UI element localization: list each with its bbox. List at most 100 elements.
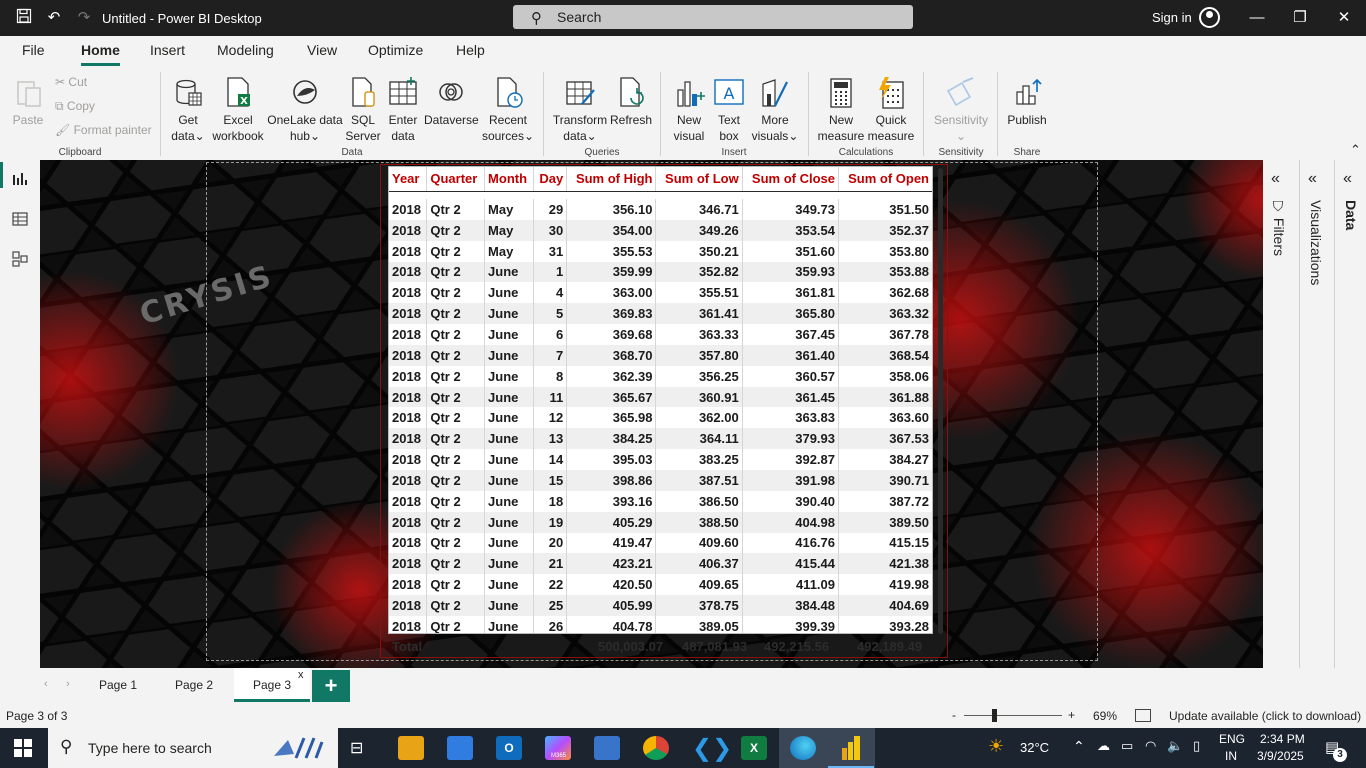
- wifi-icon[interactable]: ◠: [1145, 738, 1156, 754]
- save-icon[interactable]: [14, 8, 34, 28]
- power-bi-icon[interactable]: [840, 736, 862, 763]
- onelake-data-hub-button[interactable]: OneLake data hub⌄: [266, 76, 344, 144]
- scroll-right-icon[interactable]: ›: [66, 678, 70, 690]
- close-icon[interactable]: ✕: [1331, 6, 1357, 30]
- table-row[interactable]: 2018 Qtr 2 June 20 419.47 409.60 416.76 415.15: [389, 532, 932, 554]
- tab-view[interactable]: View: [307, 42, 337, 58]
- collapse-ribbon-icon[interactable]: ⌃: [1350, 142, 1361, 158]
- publish-button[interactable]: Publish: [1004, 76, 1050, 128]
- table-row[interactable]: 2018 Qtr 2 June 13 384.25 364.11 379.93 367.53: [389, 428, 932, 450]
- page-tab-2[interactable]: Page 2: [158, 668, 230, 702]
- phone-link-icon[interactable]: ▯: [1193, 738, 1200, 754]
- task-view-icon[interactable]: ⊟: [350, 738, 363, 758]
- visualizations-pane[interactable]: « Visualizations: [1299, 160, 1333, 668]
- sql-server-button[interactable]: SQL Server: [344, 76, 382, 144]
- tab-home[interactable]: Home: [81, 42, 120, 58]
- taskbar-search-box[interactable]: ⚲ Type here to search: [48, 728, 338, 768]
- edge-icon[interactable]: [790, 736, 816, 760]
- table-row[interactable]: 2018 Qtr 2 June 21 423.21 406.37 415.44 421.38: [389, 553, 932, 575]
- volume-icon[interactable]: 🔈: [1167, 738, 1183, 754]
- column-header-sum-of-low[interactable]: Sum of Low: [655, 167, 743, 192]
- language-bottom[interactable]: IN: [1225, 749, 1237, 763]
- excel-workbook-button[interactable]: X Excel workbook: [210, 76, 266, 144]
- table-view-icon[interactable]: [10, 211, 30, 229]
- column-header-sum-of-open[interactable]: Sum of Open: [838, 167, 932, 192]
- language-top[interactable]: ENG: [1219, 732, 1245, 746]
- table-row[interactable]: 2018 Qtr 2 June 5 369.83 361.41 365.80 363.32: [389, 303, 932, 325]
- account-icon[interactable]: [1199, 7, 1220, 28]
- text-box-button[interactable]: A Text box: [710, 76, 748, 144]
- enter-data-button[interactable]: Enter data: [384, 76, 422, 144]
- tab-modeling[interactable]: Modeling: [217, 42, 274, 58]
- column-header-quarter[interactable]: Quarter: [426, 167, 486, 192]
- table-row[interactable]: 2018 Qtr 2 May 31 355.53 350.21 351.60 353.80: [389, 240, 932, 262]
- add-page-button[interactable]: +: [312, 670, 350, 702]
- transform-data-button[interactable]: Transform data⌄: [552, 76, 608, 144]
- python-idle-icon[interactable]: [594, 736, 620, 760]
- column-header-sum-of-high[interactable]: Sum of High: [566, 167, 657, 192]
- close-page-icon[interactable]: x: [298, 658, 304, 692]
- report-view-icon[interactable]: [10, 171, 30, 189]
- restore-icon[interactable]: ❐: [1287, 6, 1313, 30]
- new-measure-button[interactable]: New measure: [816, 76, 866, 144]
- table-row[interactable]: 2018 Qtr 2 June 14 395.03 383.25 392.87 384.27: [389, 449, 932, 470]
- page-tab-1[interactable]: Page 1: [84, 668, 152, 702]
- table-scrollbar[interactable]: [938, 168, 943, 634]
- report-canvas[interactable]: CRYSIS Year Quarter Month Day Sum of Hig…: [40, 160, 1263, 668]
- zoom-slider-thumb[interactable]: [992, 709, 997, 722]
- more-visuals-button[interactable]: More visuals⌄: [750, 76, 800, 144]
- excel-taskbar-icon[interactable]: X: [741, 736, 767, 760]
- expand-data-icon[interactable]: «: [1343, 170, 1352, 188]
- table-row[interactable]: 2018 Qtr 2 June 19 405.29 388.50 404.98 389.50: [389, 511, 932, 533]
- update-available-link[interactable]: Update available (click to download): [1169, 709, 1361, 723]
- zoom-slider-track[interactable]: [964, 715, 1062, 716]
- quick-measure-button[interactable]: Quick measure: [866, 76, 916, 144]
- windows-start-icon[interactable]: [14, 739, 32, 760]
- zoom-out-button[interactable]: -: [952, 708, 956, 722]
- search-input[interactable]: ⚲ Search: [513, 5, 913, 29]
- battery-icon[interactable]: ▭: [1121, 738, 1133, 754]
- expand-visualizations-icon[interactable]: «: [1308, 170, 1317, 188]
- outlook-icon[interactable]: O: [496, 736, 522, 760]
- table-row[interactable]: 2018 Qtr 2 June 12 365.98 362.00 363.83 363.60: [389, 407, 932, 429]
- column-header-year[interactable]: Year: [389, 167, 428, 192]
- table-row[interactable]: 2018 Qtr 2 June 7 368.70 357.80 361.40 368.54: [389, 344, 932, 366]
- table-row[interactable]: 2018 Qtr 2 May 30 354.00 349.26 353.54 352.37: [389, 219, 932, 241]
- column-header-month[interactable]: Month: [484, 167, 535, 192]
- tab-help[interactable]: Help: [456, 42, 485, 58]
- clock-time[interactable]: 2:34 PM: [1260, 732, 1305, 746]
- table-row[interactable]: 2018 Qtr 2 June 8 362.39 356.25 360.57 358.06: [389, 365, 932, 387]
- new-visual-button[interactable]: New visual: [670, 76, 708, 144]
- zoom-in-button[interactable]: +: [1068, 708, 1075, 722]
- recent-sources-button[interactable]: Recent sources⌄: [480, 76, 536, 144]
- microsoft-store-icon[interactable]: [447, 736, 473, 760]
- m365-icon[interactable]: M365: [545, 736, 571, 760]
- clock-date[interactable]: 3/9/2025: [1257, 749, 1304, 763]
- vscode-icon[interactable]: ❮❯: [692, 734, 732, 763]
- tab-insert[interactable]: Insert: [150, 42, 185, 58]
- undo-icon[interactable]: ↶: [44, 8, 64, 28]
- refresh-button[interactable]: Refresh: [610, 76, 652, 128]
- weather-icon[interactable]: ☀: [988, 736, 1004, 757]
- show-hidden-icons-icon[interactable]: ⌃: [1073, 738, 1085, 755]
- expand-filters-icon[interactable]: «: [1271, 170, 1280, 188]
- tab-optimize[interactable]: Optimize: [368, 42, 423, 58]
- onedrive-icon[interactable]: ☁: [1097, 738, 1110, 754]
- sign-in-link[interactable]: Sign in: [1152, 10, 1192, 25]
- filters-pane[interactable]: « ⛉ Filters: [1263, 160, 1297, 668]
- page-tab-3[interactable]: Page 3 x: [234, 668, 310, 702]
- table-row[interactable]: 2018 Qtr 2 June 25 405.99 378.75 384.48 404.69: [389, 595, 932, 616]
- scroll-left-icon[interactable]: ‹: [44, 678, 48, 690]
- table-row[interactable]: 2018 Qtr 2 June 6 369.68 363.33 367.45 367.78: [389, 324, 932, 345]
- table-row[interactable]: 2018 Qtr 2 June 15 398.86 387.51 391.98 390.71: [389, 469, 932, 491]
- table-row[interactable]: 2018 Qtr 2 June 18 393.16 386.50 390.40 387.72: [389, 490, 932, 512]
- fit-to-page-icon[interactable]: [1135, 709, 1151, 722]
- minimize-icon[interactable]: —: [1244, 6, 1270, 30]
- table-row[interactable]: 2018 Qtr 2 May 29 356.10 346.71 349.73 351.50: [389, 199, 932, 220]
- weather-temp[interactable]: 32°C: [1020, 740, 1049, 755]
- table-row[interactable]: 2018 Qtr 2 June 4 363.00 355.51 361.81 362.68: [389, 282, 932, 304]
- dataverse-button[interactable]: Dataverse: [424, 76, 479, 128]
- get-data-button[interactable]: Get data⌄: [168, 76, 208, 144]
- model-view-icon[interactable]: [10, 251, 30, 269]
- column-header-sum-of-close[interactable]: Sum of Close: [742, 167, 840, 192]
